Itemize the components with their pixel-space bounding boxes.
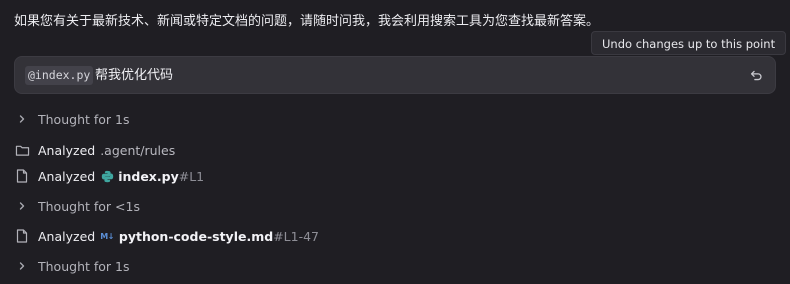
thought-label: Thought for 1s (38, 111, 130, 127)
thought-step[interactable]: Thought for 1s (14, 109, 130, 129)
assistant-message-text: 如果您有关于最新技术、新闻或特定文档的问题，请随时问我，我会利用搜索工具为您查找… (14, 14, 600, 29)
thought-label: Thought for <1s (38, 198, 140, 214)
chevron-right-icon (14, 111, 30, 127)
analyzed-label: Analyzed (38, 228, 96, 244)
file-link[interactable]: index.py (118, 169, 179, 184)
folder-icon (14, 142, 30, 158)
markdown-icon: M↓ (100, 231, 114, 241)
user-prompt-text: 帮我优化代码 (95, 68, 174, 83)
analyzed-label: Analyzed (38, 142, 96, 158)
undo-button[interactable] (747, 66, 765, 84)
chevron-right-icon (14, 258, 30, 274)
thought-step[interactable]: Thought for 1s (14, 256, 130, 276)
python-icon (100, 169, 114, 183)
file-icon (14, 168, 30, 184)
analyzed-step: Analyzed .agent/rules (14, 140, 175, 160)
thought-step[interactable]: Thought for <1s (14, 196, 140, 216)
analyzed-step: Analyzed index.py #L1 (14, 166, 204, 186)
chevron-right-icon (14, 198, 30, 214)
undo-icon (750, 70, 762, 80)
user-prompt-bubble[interactable]: @index.py 帮我优化代码 (14, 56, 776, 94)
folder-path-link[interactable]: .agent/rules (100, 143, 175, 158)
undo-tooltip: Undo changes up to this point (591, 31, 787, 55)
analyzed-label: Analyzed (38, 168, 96, 184)
line-range: #L1-47 (273, 228, 319, 244)
analyzed-step: Analyzed M↓ python-code-style.md #L1-47 (14, 226, 319, 246)
file-link[interactable]: python-code-style.md (119, 229, 273, 244)
file-mention-chip[interactable]: @index.py (25, 66, 94, 85)
thought-label: Thought for 1s (38, 258, 130, 274)
line-range: #L1 (178, 168, 205, 184)
file-icon (14, 228, 30, 244)
